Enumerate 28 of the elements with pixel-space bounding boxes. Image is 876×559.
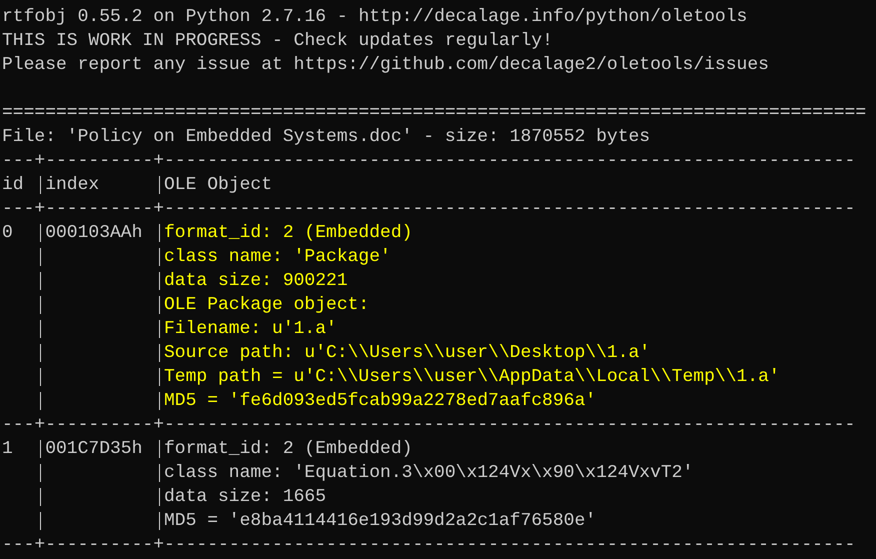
terminal-line: Please report any issue at https://github.com/decalage2/oletools/issues <box>2 54 769 77</box>
rule-line: ---+----------+---------------------------------------------------------------- <box>2 534 856 557</box>
table-cell-text: 000103AAh <box>45 222 142 245</box>
table-cell-text: MD5 = 'fe6d093ed5fcab99a2278ed7aafc896a' <box>164 390 596 413</box>
rule-line: ---+----------+---------------------------------------------------------------- <box>2 198 856 221</box>
table-cell-text: Source path: u'C:\\Users\\user\\Desktop\\1.a' <box>164 342 650 365</box>
terminal-line: THIS IS WORK IN PROGRESS - Check updates regularly! <box>2 30 553 53</box>
table-cell-text: MD5 = 'e8ba4114416e193d99d2a2c1af76580e' <box>164 510 596 533</box>
column-header: OLE Object <box>164 174 272 197</box>
table-cell-text: OLE Package object: <box>164 294 370 317</box>
column-header: index <box>45 174 100 197</box>
table-cell-text: Temp path = u'C:\\Users\\user\\AppData\\Local\\Temp\\1.a' <box>164 366 780 389</box>
table-cell-text: class name: 'Package' <box>164 246 391 269</box>
table-cell-text: 001C7D35h <box>45 438 142 461</box>
terminal-line: File: 'Policy on Embedded Systems.doc' - size: 1870552 bytes <box>2 126 650 149</box>
table-cell-text: class name: 'Equation.3\x00\x124Vx\x90\x124VxvT2' <box>164 462 694 485</box>
table-cell-text: data size: 900221 <box>164 270 348 293</box>
table-cell-text: data size: 1665 <box>164 486 326 509</box>
column-header: id <box>2 174 24 197</box>
rule-line: ================================================================================ <box>2 102 866 125</box>
rule-line: ---+----------+---------------------------------------------------------------- <box>2 414 856 437</box>
terminal-line: rtfobj 0.55.2 on Python 2.7.16 - http://decalage.info/python/oletools <box>2 6 748 29</box>
rule-line: ---+----------+---------------------------------------------------------------- <box>2 150 856 173</box>
table-cell-text: 0 <box>2 222 13 245</box>
table-cell-text: 1 <box>2 438 13 461</box>
table-cell-text: format_id: 2 (Embedded) <box>164 222 412 245</box>
table-cell-text: Filename: u'1.a' <box>164 318 337 341</box>
table-cell-text: format_id: 2 (Embedded) <box>164 438 412 461</box>
